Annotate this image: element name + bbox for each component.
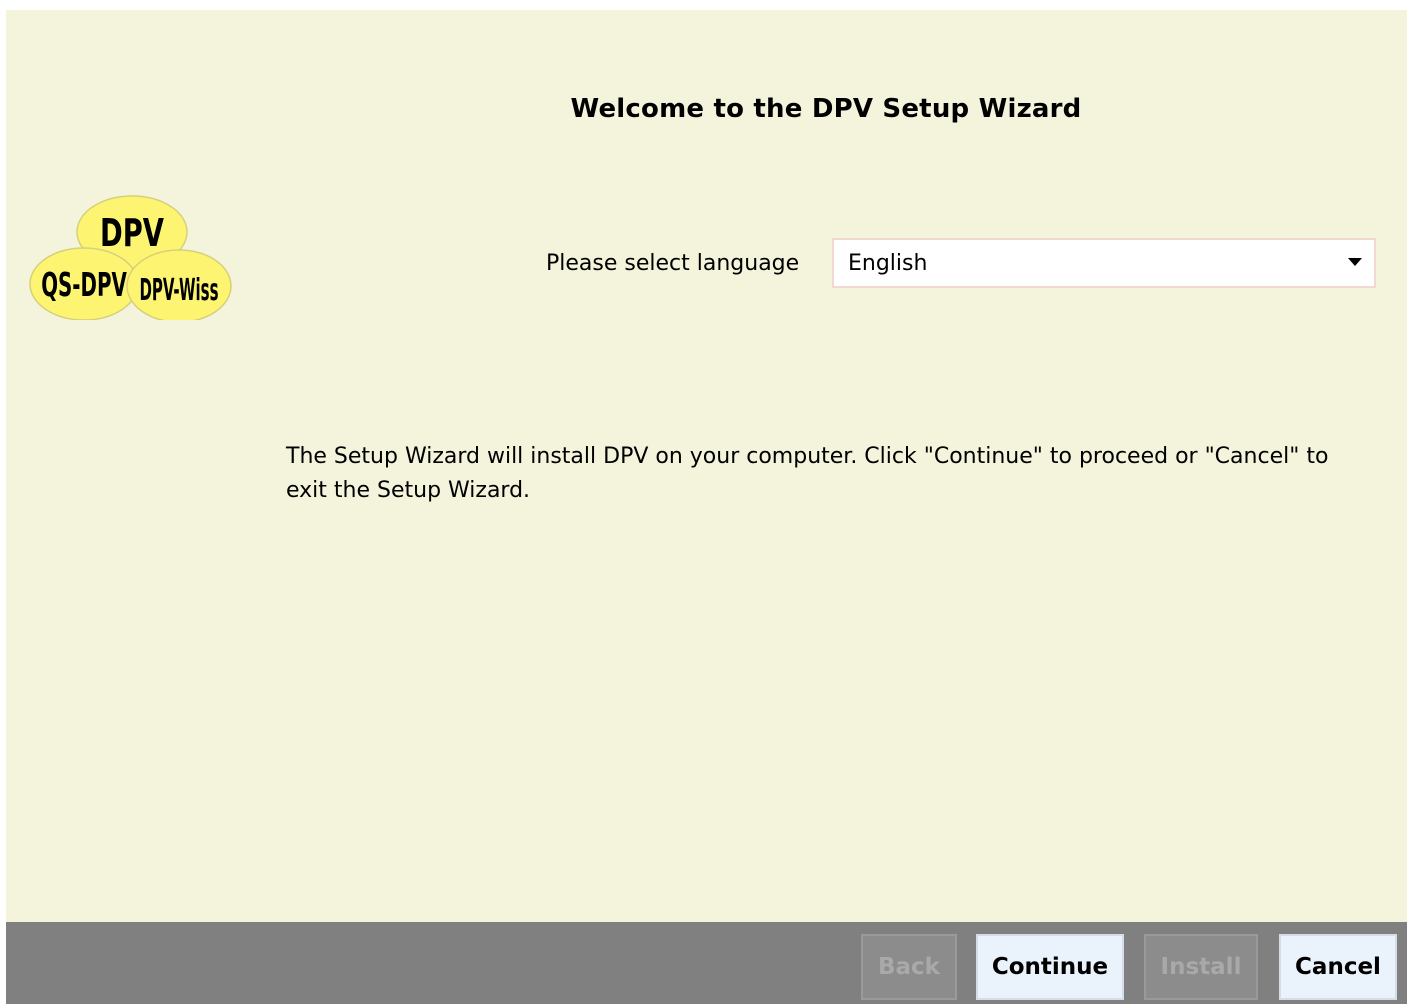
logo-qs-dpv-text: QS-DPV: [41, 267, 127, 305]
chevron-down-icon[interactable]: [1348, 258, 1362, 266]
language-label: Please select language: [546, 251, 800, 276]
install-button[interactable]: Install: [1144, 934, 1258, 1000]
continue-button[interactable]: Continue: [976, 934, 1124, 1000]
button-bar: Back Continue Install Cancel: [6, 922, 1407, 1004]
language-select[interactable]: English: [832, 238, 1376, 288]
wizard-description: The Setup Wizard will install DPV on you…: [286, 444, 1329, 503]
logo-dpv-text: DPV: [100, 210, 164, 255]
back-button[interactable]: Back: [861, 934, 957, 1000]
page-title: Welcome to the DPV Setup Wizard: [570, 94, 1082, 124]
language-selected-value: English: [848, 251, 928, 276]
logo-dpv-wiss-text: DPV-Wiss: [139, 272, 218, 307]
dpv-logo: DPV QS-DPV DPV-Wiss: [29, 195, 232, 320]
cancel-button[interactable]: Cancel: [1279, 934, 1397, 1000]
setup-wizard-window: Welcome to the DPV Setup Wizard DPV QS-D…: [6, 10, 1407, 1004]
